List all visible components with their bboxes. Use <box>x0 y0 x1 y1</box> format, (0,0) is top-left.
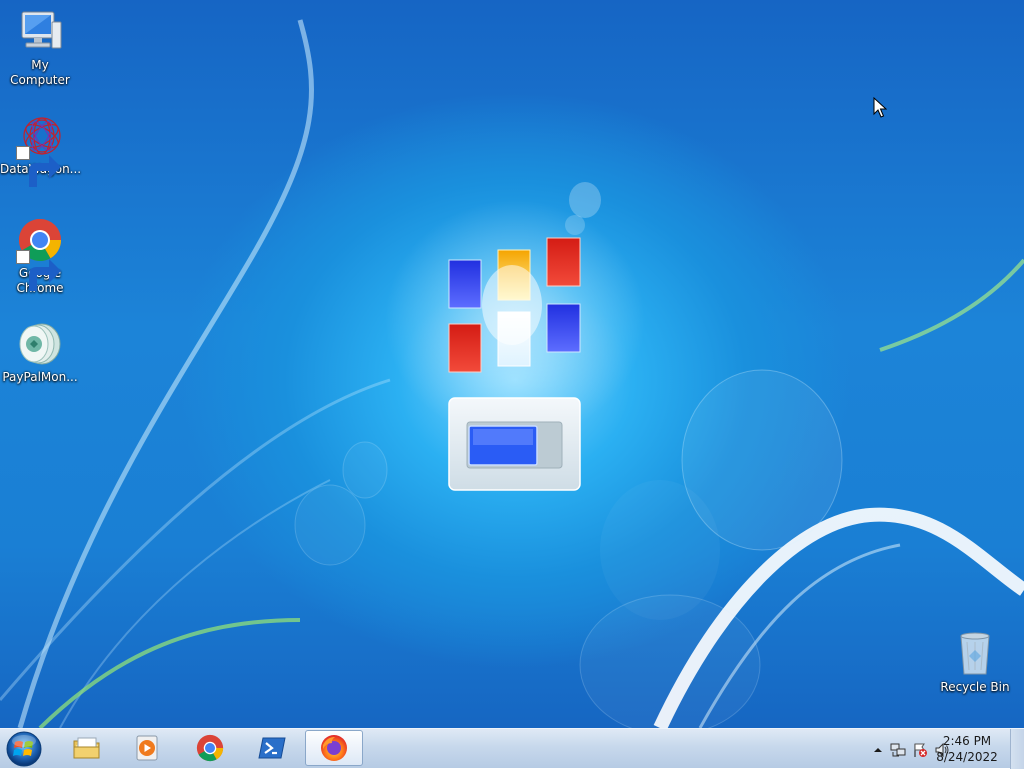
show-hidden-icons-arrow-icon[interactable] <box>870 742 886 758</box>
system-tray: 2:46 PM 8/24/2022 <box>834 729 1024 769</box>
desktop[interactable]: My Computer DataWagon... <box>0 0 1024 728</box>
windows-orb-icon <box>6 731 42 767</box>
paypalmon-icon <box>16 320 64 368</box>
desktop-icon-datawagon[interactable]: DataWagon... <box>0 112 81 187</box>
mouse-cursor-icon <box>873 97 887 118</box>
desktop-icon-paypalmon[interactable]: PayPalMon... <box>0 320 80 385</box>
desktop-icon-label: My Computer <box>10 58 70 87</box>
taskbar-button-media-player[interactable] <box>118 730 176 766</box>
start-button[interactable] <box>4 730 44 768</box>
folder-icon <box>73 737 100 759</box>
clock-date: 8/24/2022 <box>936 750 998 764</box>
network-icon[interactable] <box>890 742 906 758</box>
show-desktop-button[interactable] <box>1010 729 1024 769</box>
powershell-icon <box>258 737 286 759</box>
chrome-icon <box>16 216 64 291</box>
desktop-icon-recycle-bin[interactable]: Recycle Bin <box>935 630 1015 695</box>
datawagon-icon <box>16 112 64 187</box>
desktop-icon-my-computer[interactable]: My Computer <box>0 8 80 88</box>
taskbar-button-file-explorer[interactable] <box>58 730 116 766</box>
taskbar-button-powershell[interactable] <box>243 730 301 766</box>
shortcut-arrow-icon <box>16 250 61 291</box>
computer-icon <box>16 8 64 56</box>
clock-time: 2:46 PM <box>942 734 992 748</box>
firefox-icon <box>321 735 347 761</box>
media-player-icon <box>136 735 158 761</box>
logo-panel <box>448 397 581 491</box>
chrome-icon <box>196 734 224 762</box>
clock[interactable]: 2:46 PM 8/24/2022 <box>932 733 1002 765</box>
wallpaper <box>0 19 1024 728</box>
recycle-bin-icon <box>951 630 999 678</box>
shortcut-arrow-icon <box>16 146 61 187</box>
taskbar-button-chrome[interactable] <box>181 730 239 766</box>
desktop-icon-google-chrome[interactable]: Google Chrome <box>0 216 80 296</box>
taskbar-button-firefox[interactable] <box>305 730 363 766</box>
taskbar: 2:46 PM 8/24/2022 <box>0 728 1024 769</box>
desktop-icon-label: PayPalMon... <box>2 370 78 384</box>
action-center-flag-icon[interactable] <box>912 742 928 758</box>
desktop-icon-label: Recycle Bin <box>940 680 1010 694</box>
